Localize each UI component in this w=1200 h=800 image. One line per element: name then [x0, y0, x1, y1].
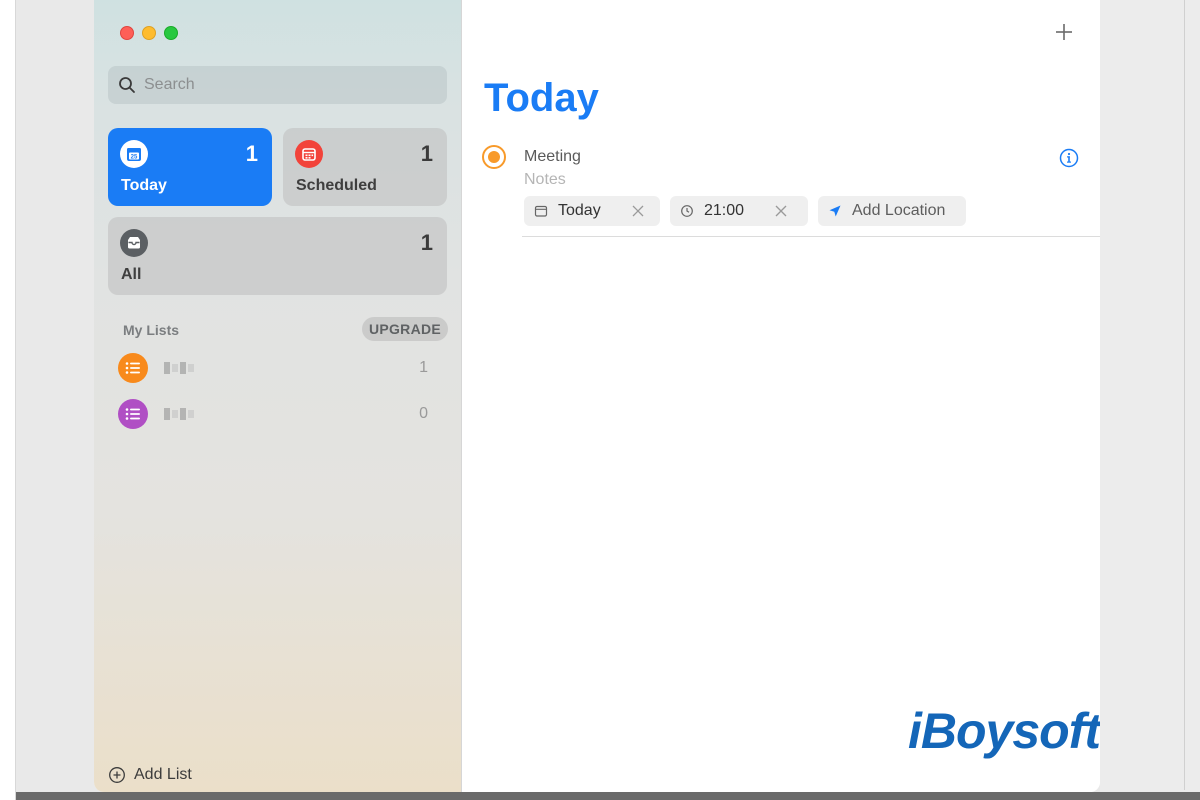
tray-icon — [120, 229, 148, 257]
smart-list-all[interactable]: 1 All — [108, 217, 447, 295]
scheduled-count: 1 — [420, 141, 433, 166]
toggle-dot — [488, 151, 500, 163]
add-list-label: Add List — [134, 766, 192, 783]
reminder-row[interactable]: Meeting Notes Today 21:00 Add Location — [482, 145, 1100, 239]
minimize-button[interactable] — [142, 26, 156, 40]
time-chip-label: 21:00 — [704, 202, 745, 219]
calendar-day: 25 — [131, 154, 138, 160]
today-count: 1 — [245, 141, 258, 166]
main-content: Today Meeting Notes Today 21:00 Add Loca… — [462, 0, 1100, 792]
info-icon[interactable] — [1058, 147, 1080, 169]
plus-icon — [1056, 24, 1072, 40]
time-chip[interactable]: 21:00 — [670, 196, 808, 226]
clear-time-icon[interactable] — [774, 204, 788, 218]
complete-toggle[interactable] — [482, 145, 506, 169]
location-chip-label: Add Location — [852, 202, 946, 219]
left-gutter — [0, 0, 16, 800]
row-separator — [522, 236, 1100, 237]
calendar-small-icon — [534, 205, 548, 217]
list-count: 0 — [419, 405, 428, 422]
clock-icon — [681, 205, 693, 217]
list-item[interactable]: 0 — [118, 398, 438, 430]
today-label: Today — [121, 177, 167, 194]
list-count: 1 — [419, 359, 428, 376]
all-count: 1 — [420, 230, 433, 255]
clear-date-icon[interactable] — [631, 204, 645, 218]
location-arrow-icon — [829, 205, 841, 217]
reminder-notes[interactable]: Notes — [524, 171, 566, 189]
search-input[interactable] — [144, 76, 424, 94]
close-button[interactable] — [120, 26, 134, 40]
reminder-chips: Today 21:00 Add Location — [524, 196, 966, 226]
add-circle-icon — [109, 767, 125, 783]
date-chip-label: Today — [558, 202, 601, 219]
gutter-line — [1184, 0, 1185, 790]
reminder-title[interactable]: Meeting — [524, 148, 581, 166]
scheduled-label: Scheduled — [296, 177, 377, 194]
window-controls — [120, 26, 178, 40]
page-title: Today — [484, 76, 599, 120]
my-lists-header: My Lists — [123, 322, 180, 338]
list-item[interactable]: 1 — [118, 352, 438, 384]
right-gutter — [1100, 0, 1200, 800]
list-name-blurred — [164, 408, 204, 420]
upgrade-button[interactable]: UPGRADE — [362, 317, 448, 341]
smart-list-scheduled[interactable]: 1 Scheduled — [283, 128, 447, 206]
all-label: All — [121, 266, 142, 283]
date-chip[interactable]: Today — [524, 196, 660, 226]
reminders-window: 25 1 Today 1 Scheduled 1 All My Lists UP… — [94, 0, 1100, 792]
smart-list-today[interactable]: 25 1 Today — [108, 128, 272, 206]
calendar-icon: 25 — [120, 140, 148, 168]
add-reminder-button[interactable] — [1050, 18, 1078, 46]
zoom-button[interactable] — [164, 26, 178, 40]
search-icon — [119, 77, 135, 93]
sidebar: 25 1 Today 1 Scheduled 1 All My Lists UP… — [94, 0, 462, 792]
desktop-strip — [16, 792, 1200, 800]
location-chip[interactable]: Add Location — [818, 196, 966, 226]
add-list-button[interactable]: Add List — [108, 766, 192, 784]
watermark-logo: iBoysoft — [908, 703, 1100, 759]
calendar-grid-icon — [295, 140, 323, 168]
search-bar[interactable] — [108, 66, 447, 104]
list-icon — [118, 353, 148, 383]
list-icon — [118, 399, 148, 429]
list-name-blurred — [164, 362, 204, 374]
